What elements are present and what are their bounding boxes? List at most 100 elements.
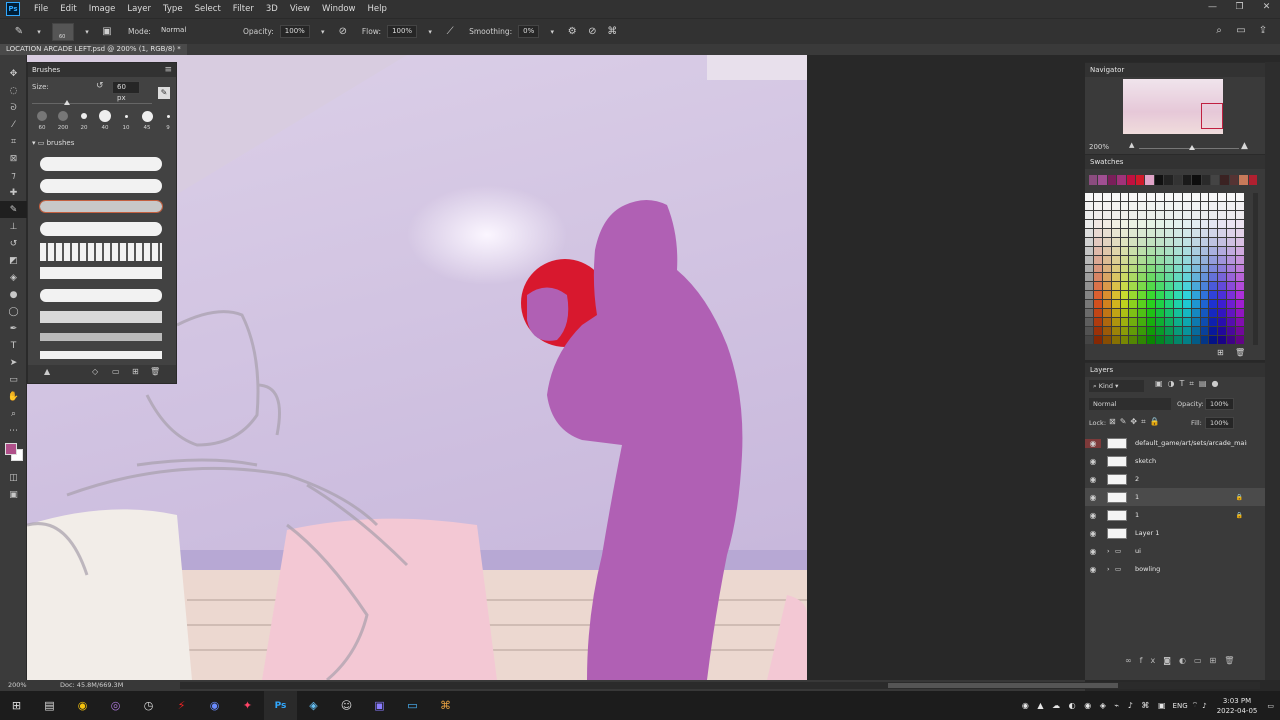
swatch-cell[interactable]: [1191, 291, 1200, 300]
swatch-cell[interactable]: [1156, 264, 1164, 273]
swatch-cell[interactable]: [1093, 264, 1102, 273]
swatch-cell[interactable]: [1102, 282, 1111, 291]
swatch-cell[interactable]: [1165, 318, 1173, 327]
more-tools-icon[interactable]: ⋯: [0, 422, 27, 439]
layer-filter[interactable]: ⌕ Kind ▾: [1089, 380, 1144, 392]
swatch-cell[interactable]: [1191, 336, 1200, 344]
swatch-cell[interactable]: [1156, 246, 1164, 255]
menu-item-window[interactable]: Window: [316, 0, 362, 18]
swatch-cell[interactable]: [1191, 273, 1200, 282]
swatch-cell[interactable]: [1093, 318, 1102, 327]
swatch-cell[interactable]: [1209, 237, 1218, 246]
timer-icon[interactable]: ◷: [132, 691, 165, 720]
wifi-icon[interactable]: ⌔: [1192, 701, 1199, 710]
swatch-cell[interactable]: [1156, 318, 1164, 327]
swatch-cell[interactable]: [1173, 237, 1182, 246]
pressure-size-icon[interactable]: ⊘: [585, 25, 599, 39]
swatch-cell[interactable]: [1102, 228, 1111, 237]
swatch-cell[interactable]: [1138, 264, 1147, 273]
swatch-cell[interactable]: [1209, 318, 1218, 327]
frame-tool-icon[interactable]: ⊠: [0, 150, 27, 167]
dodge-tool-icon[interactable]: ◯: [0, 303, 27, 320]
layer-thumbnail[interactable]: [1107, 491, 1127, 503]
swatch-cell[interactable]: [1102, 237, 1111, 246]
swatch-cell[interactable]: [1129, 228, 1138, 237]
healing-brush-tool-icon[interactable]: ✚: [0, 184, 27, 201]
swatch-cell[interactable]: [1227, 273, 1236, 282]
swatch[interactable]: [1239, 175, 1248, 185]
swatch-cell[interactable]: [1209, 246, 1218, 255]
swatch-cell[interactable]: [1200, 309, 1209, 318]
task-view-icon[interactable]: ▤: [33, 691, 66, 720]
swatch-cell[interactable]: [1236, 228, 1244, 237]
swatch-cell[interactable]: [1129, 193, 1138, 201]
swatch-cell[interactable]: [1156, 273, 1164, 282]
swatch-cell[interactable]: [1147, 300, 1156, 309]
swatch-cell[interactable]: [1182, 193, 1191, 201]
swatch-cell[interactable]: [1129, 210, 1138, 219]
swatch-cell[interactable]: [1227, 210, 1236, 219]
swatch-cell[interactable]: [1085, 219, 1093, 228]
swatch-cell[interactable]: [1191, 264, 1200, 273]
swatch-cell[interactable]: [1085, 300, 1093, 309]
swatch-cell[interactable]: [1093, 201, 1102, 210]
swatch-cell[interactable]: [1200, 264, 1209, 273]
swatch-cell[interactable]: [1120, 273, 1129, 282]
menu-item-3d[interactable]: 3D: [260, 0, 284, 18]
swatch-cell[interactable]: [1093, 246, 1102, 255]
swatch-cell[interactable]: [1218, 336, 1227, 344]
swatch-cell[interactable]: [1209, 336, 1218, 344]
app-tile-icon[interactable]: ⌘: [429, 691, 462, 720]
swatch[interactable]: [1117, 175, 1126, 185]
swatch-cell[interactable]: [1111, 282, 1120, 291]
swatch-cell[interactable]: [1138, 282, 1147, 291]
swatch-cell[interactable]: [1120, 219, 1129, 228]
swatch-cell[interactable]: [1218, 201, 1227, 210]
new-layer-icon[interactable]: ⊞: [1210, 656, 1225, 665]
swatch-cell[interactable]: [1236, 336, 1244, 344]
swatch-cell[interactable]: [1191, 219, 1200, 228]
type-tool-icon[interactable]: T: [0, 337, 27, 354]
brush-tool-icon[interactable]: ✎: [0, 201, 27, 218]
swatch[interactable]: [1107, 175, 1117, 185]
swatch-cell[interactable]: [1236, 300, 1244, 309]
swatch-cell[interactable]: [1236, 193, 1244, 201]
brushes-folder[interactable]: ▾ ▭ brushes: [32, 139, 74, 147]
smoothing-field[interactable]: 0%: [518, 25, 540, 38]
swatch-cell[interactable]: [1138, 273, 1147, 282]
chrome-profile-icon[interactable]: ◉: [198, 691, 231, 720]
swatch-cell[interactable]: [1147, 201, 1156, 210]
swatch-cell[interactable]: [1209, 255, 1218, 264]
chevron-down-icon[interactable]: ▾: [80, 25, 94, 39]
swatch-cell[interactable]: [1209, 282, 1218, 291]
zoom-in-icon[interactable]: ▲: [1241, 141, 1248, 151]
swatch-cell[interactable]: [1147, 255, 1156, 264]
swatch-cell[interactable]: [1182, 201, 1191, 210]
swatch-cell[interactable]: [1173, 273, 1182, 282]
layer-row[interactable]: ◉ default_game/art/sets/arcade_main/: [1085, 434, 1265, 452]
paint-bucket-tool-icon[interactable]: ◈: [0, 269, 27, 286]
swatch-cell[interactable]: [1218, 309, 1227, 318]
swatch-cell[interactable]: [1218, 300, 1227, 309]
swatch-cell[interactable]: [1085, 327, 1093, 336]
swatch-cell[interactable]: [1138, 336, 1147, 344]
swatch-cell[interactable]: [1156, 255, 1164, 264]
swatch-cell[interactable]: [1209, 327, 1218, 336]
swatch-cell[interactable]: [1218, 228, 1227, 237]
brush-stroke-9[interactable]: [40, 333, 162, 341]
swatch-cell[interactable]: [1093, 210, 1102, 219]
symmetry-icon[interactable]: ⌘: [605, 25, 619, 39]
swatch-cell[interactable]: [1129, 336, 1138, 344]
swatch-cell[interactable]: [1165, 264, 1173, 273]
swatch-cell[interactable]: [1209, 273, 1218, 282]
swatch-cell[interactable]: [1209, 193, 1218, 201]
swatch-cell[interactable]: [1227, 300, 1236, 309]
swatch-cell[interactable]: [1156, 309, 1164, 318]
zoom-slider-handle[interactable]: [1189, 145, 1195, 150]
swatch-cell[interactable]: [1218, 273, 1227, 282]
swatch-cell[interactable]: [1191, 255, 1200, 264]
swatch-cell[interactable]: [1182, 300, 1191, 309]
workspace-icon[interactable]: ▭: [1234, 23, 1248, 37]
swatch-cell[interactable]: [1085, 264, 1093, 273]
eye-icon[interactable]: ◉: [1085, 547, 1101, 556]
